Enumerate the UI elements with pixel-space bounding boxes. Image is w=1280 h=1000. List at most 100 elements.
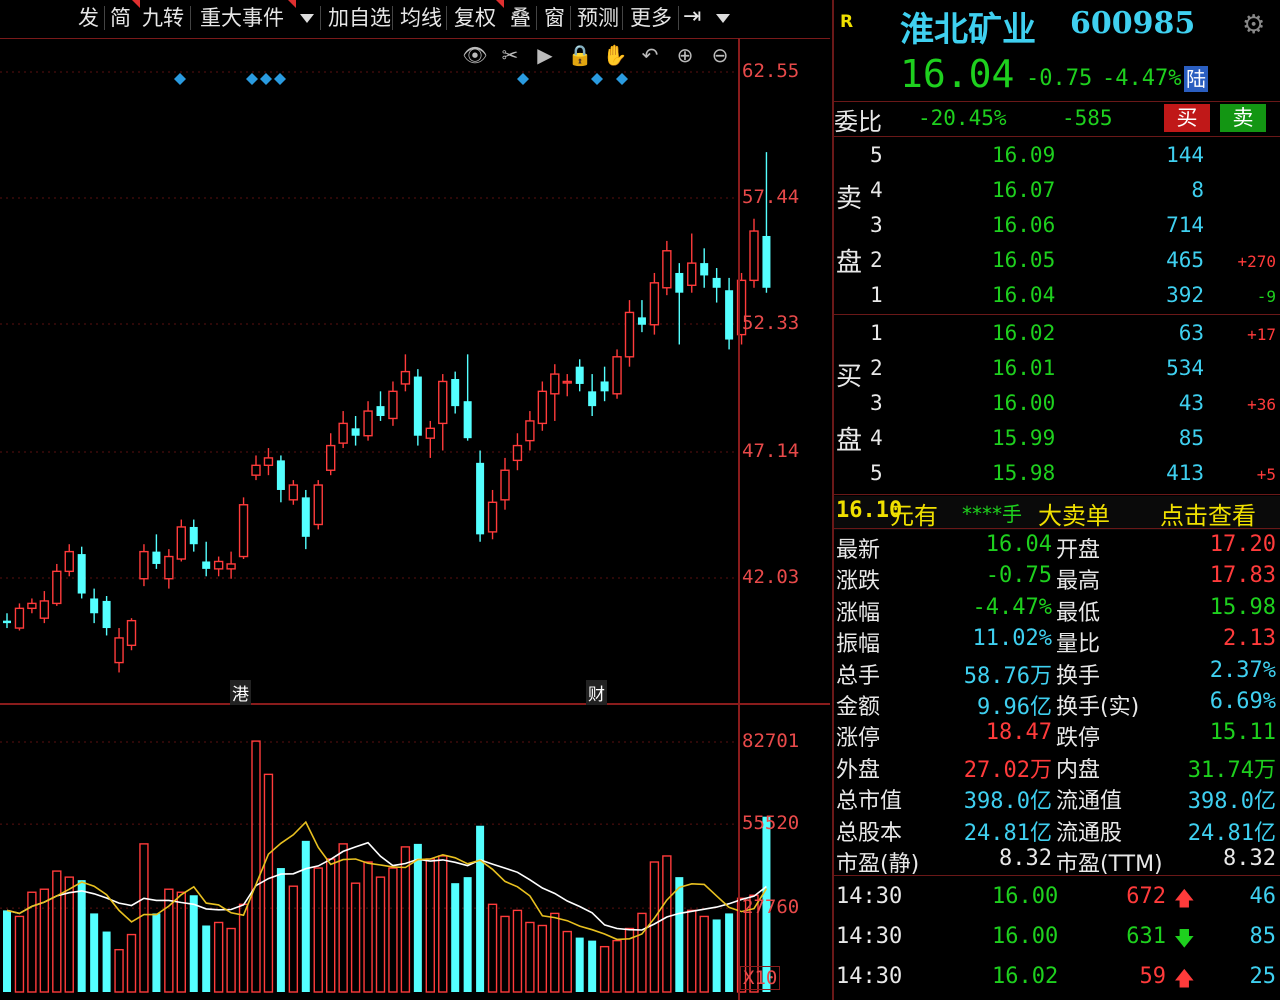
buy-button[interactable]: 买 [1164,104,1210,132]
stat-label: 流通股 [1056,820,1123,846]
price-tick: 42.03 [742,566,800,588]
tick-price: 16.00 [992,884,1059,909]
tick-count: 46 [1249,884,1277,909]
toolbar-adjust-button[interactable]: 复权 [452,2,498,34]
collapse-panel-icon[interactable]: ⇥ [683,4,701,29]
volume-bar [3,910,11,992]
view-details-link[interactable]: 点击查看 [1160,496,1256,531]
volume-ma5-line [6,820,768,941]
candle-body [27,602,37,610]
ask-row[interactable]: 5 16.09 144 [834,139,1280,174]
chart-grid [0,71,738,909]
ask-volume: 714 [1166,213,1204,237]
tick-row: 14:30 16.00 631 🡇 85 [834,918,1280,958]
candlestick-chart[interactable] [0,38,830,1000]
bid-volume: 85 [1178,426,1204,450]
volume-bar [213,921,224,993]
candle-body [139,550,149,580]
bid-row[interactable]: 3 16.00 43 +36 [834,387,1280,422]
bid-price: 16.01 [992,356,1056,380]
ask-row[interactable]: 1 16.04 392 -9 [834,279,1280,314]
ask-row[interactable]: 2 16.05 465 +270 [834,244,1280,279]
stat-label: 金额 [836,695,881,720]
stat-value: 15.11 [1209,720,1276,746]
bid-row[interactable]: 1 16.02 63 +17 [834,317,1280,352]
candle-body [14,607,25,629]
stat-value: 398.0亿 [1187,789,1276,815]
volume-tick: 82701 [742,730,800,752]
ask-price: 16.04 [992,283,1056,307]
bid-row[interactable]: 4 15.99 85 [834,422,1280,457]
volume-bar [487,903,498,993]
price-change: -0.75 [1026,66,1093,91]
candle-body [749,230,759,282]
bid-row[interactable]: 5 15.98 413 +5 [834,457,1280,492]
volume-bar [276,868,285,992]
stat-label: 市盈(TTM) [1056,852,1163,877]
toolbar-simple-button[interactable]: 简 [108,2,133,34]
volume-bar [675,877,684,992]
toolbar-major-events-button[interactable]: 重大事件 [198,2,286,34]
volume-bar [562,930,572,993]
candle-body [176,526,187,560]
volume-bar [500,915,510,993]
candle-body [388,390,398,420]
toolbar-moving-average-button[interactable]: 均线 [398,2,444,34]
stat-value: 31.74万 [1187,757,1276,783]
event-diamond [260,73,272,85]
pane-divider [0,703,830,705]
candle-body [637,317,646,325]
stat-value: 6.69% [1209,689,1276,714]
volume-bar [139,843,149,993]
stat-label: 总股本 [836,820,903,846]
stat-row: 外盘 27.02万 内盘 31.74万 [834,750,1280,783]
alert-type: 大卖单 [1038,502,1110,530]
volume-bar [413,843,422,992]
volume-bar [301,840,310,992]
volume-bar [189,895,198,992]
bid-row[interactable]: 2 16.01 534 [834,352,1280,387]
financial-report-marker[interactable]: 财 [586,680,607,705]
toolbar-window-button[interactable]: 窗 [542,2,567,34]
bid-delta: +17 [1247,325,1276,344]
chart-toolbar: 发 简 九转 重大事件 加自选 均线 复权 叠 窗 预测 更多 ⇥ [0,0,830,39]
toolbar-overlay-button[interactable]: 叠 [508,2,533,34]
candle-body [238,504,249,558]
toolbar-nine-turn-button[interactable]: 九转 [140,2,186,34]
hk-connect-marker[interactable]: 港 [230,680,251,705]
volume-bar [39,888,50,993]
stat-label: 市盈(静) [836,852,920,877]
volume-bar [350,882,361,993]
bid-level: 3 [870,391,883,415]
tick-time: 14:30 [836,924,903,949]
toolbar-more-button[interactable]: 更多 [628,2,674,34]
major-events-dropdown-icon[interactable] [300,14,314,23]
toolbar-dropdown-icon[interactable] [716,14,730,23]
ask-level: 5 [870,143,883,167]
bid-volume: 63 [1178,321,1204,345]
toolbar-add-watchlist-button[interactable]: 加自选 [326,2,393,34]
stat-row: 总手 58.76万 换手 2.37% [834,656,1280,689]
candle-body [575,366,584,384]
ask-row[interactable]: 4 16.07 8 [834,174,1280,209]
toolbar-fa-button[interactable]: 发 [76,2,101,34]
sell-button[interactable]: 卖 [1220,104,1266,132]
gear-icon[interactable]: ⚙ [1242,10,1265,40]
volume-bar [612,939,622,993]
volume-bar [102,931,111,992]
ask-row[interactable]: 3 16.06 714 [834,209,1280,244]
candle-body [363,410,373,437]
big-order-alert[interactable]: 16.10 元有 ****手 大卖单 点击查看 [834,496,1280,530]
stock-name: 淮北矿业 [900,10,1036,50]
stat-value: -4.47% [972,594,1052,620]
volume-bar [338,843,348,993]
volume-bar [375,876,386,993]
volume-bar [525,921,535,993]
volume-bar [326,858,336,993]
stat-row: 最新 16.04 开盘 17.20 [834,530,1280,563]
candle-body [425,427,435,439]
toolbar-forecast-button[interactable]: 预测 [575,2,621,34]
stat-row: 总市值 398.0亿 流通值 398.0亿 [834,781,1280,815]
volume-bar [202,925,211,992]
volume-tick: 55520 [742,812,800,834]
